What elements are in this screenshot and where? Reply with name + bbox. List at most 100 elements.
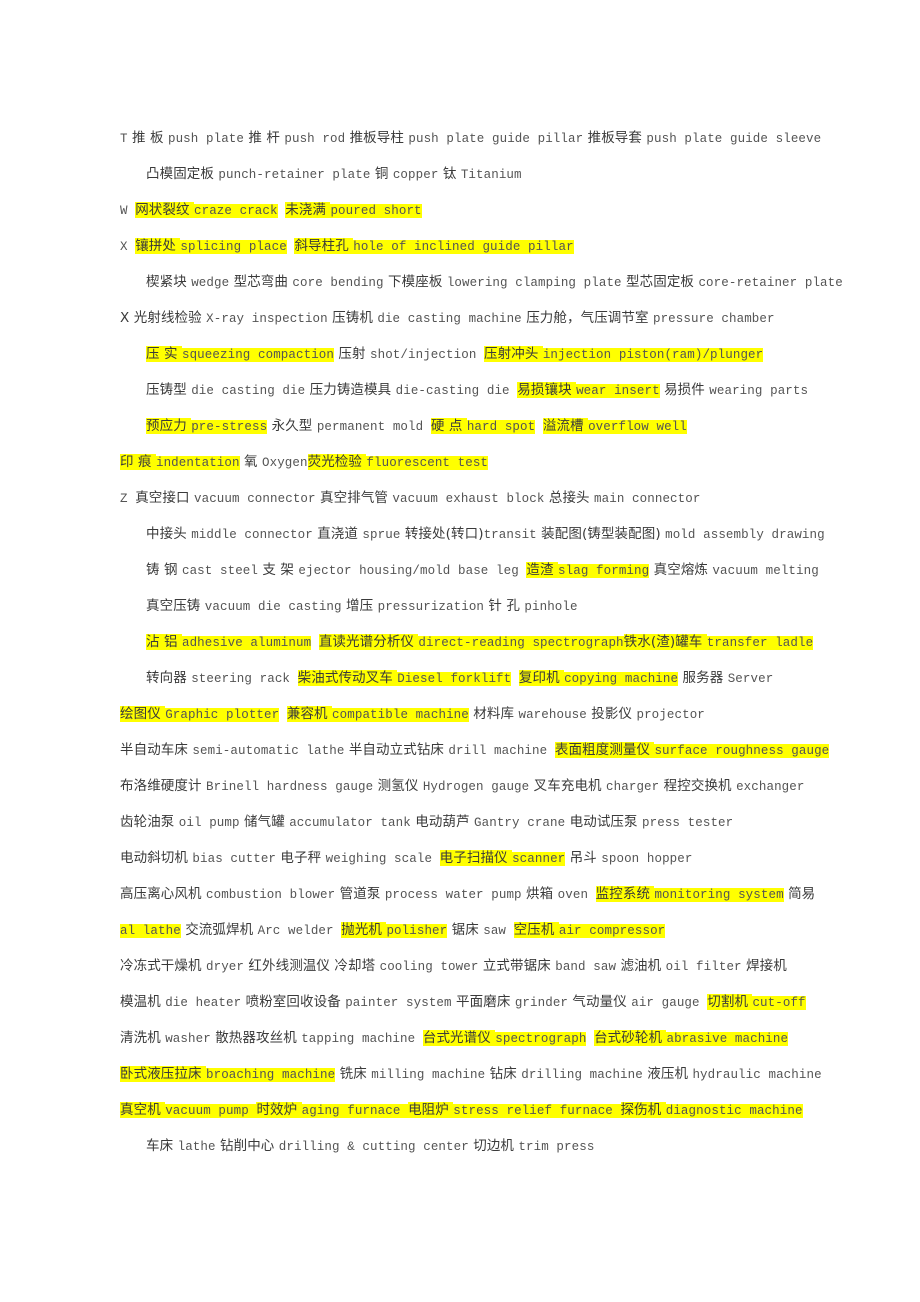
highlighted-term: splicing place [180, 240, 287, 254]
glossary-term: 型芯弯曲 [229, 274, 293, 290]
glossary-term: vacuum melting [712, 564, 819, 578]
highlighted-term: poured short [330, 204, 422, 218]
glossary-term: 易损件 [659, 382, 710, 398]
glossary-term: 转接处(转口) [400, 526, 484, 542]
glossary-line: W 网状裂纹 craze crack 未浇满 poured short [120, 192, 920, 228]
glossary-term: 冷冻式干燥机 [120, 958, 206, 974]
glossary-term: 交流弧焊机 [180, 922, 258, 938]
glossary-term: 滤油机 [616, 958, 666, 974]
glossary-term: painter system [345, 996, 452, 1010]
glossary-term: 材料库 [468, 706, 519, 722]
glossary-term: 焊接机 [741, 958, 787, 974]
highlighted-term [400, 1104, 409, 1118]
highlighted-term: 时效炉 [256, 1102, 302, 1118]
highlighted-term: air compressor [558, 924, 666, 938]
highlighted-term: fluorescent test [366, 456, 489, 470]
glossary-term: die casting machine [377, 312, 522, 326]
highlighted-term: cut-off [752, 996, 806, 1010]
highlighted-term: 易损镶块 [517, 382, 577, 398]
glossary-line: 压铸型 die casting die 压力铸造模具 die-casting d… [120, 372, 920, 408]
glossary-term: 凸模固定板 [146, 166, 219, 182]
glossary-term: middle connector [191, 528, 313, 542]
glossary-term: 车床 [146, 1138, 178, 1154]
glossary-term: wedge [191, 276, 230, 290]
glossary-term: 楔紧块 [146, 274, 192, 290]
glossary-term: copper [392, 168, 439, 182]
glossary-text-body: T 推 板 push plate 推 杆 push rod 推板导柱 push … [120, 120, 920, 1164]
glossary-term: vacuum die casting [204, 600, 342, 614]
glossary-line: 半自动车床 semi-automatic lathe 半自动立式钻床 drill… [120, 732, 920, 768]
highlighted-term: 压 实 [146, 346, 182, 362]
glossary-line: Z 真空接口 vacuum connector 真空排气管 vacuum exh… [120, 480, 920, 516]
glossary-term: T [120, 132, 128, 146]
highlighted-term: indentation [155, 456, 240, 470]
highlighted-term: spectrograph [495, 1032, 587, 1046]
highlighted-term: pre-stress [191, 420, 268, 434]
glossary-term: vacuum connector [194, 492, 316, 506]
highlighted-term: Diesel forklift [397, 672, 512, 686]
glossary-term: 叉车充电机 [529, 778, 607, 794]
glossary-term: 半自动车床 [120, 742, 193, 758]
glossary-line: al lathe 交流弧焊机 Arc welder 抛光机 polisher 锯… [120, 912, 920, 948]
glossary-term [588, 888, 596, 902]
glossary-line: 布洛维硬度计 Brinell hardness gauge 测氢仪 Hydrog… [120, 768, 920, 804]
highlighted-term: 硬 点 [430, 418, 467, 434]
glossary-term: accumulator tank [289, 816, 411, 830]
highlighted-term: injection piston(ram)/plunger [542, 348, 764, 362]
glossary-term [476, 348, 484, 362]
glossary-term: 电动试压泵 [565, 814, 643, 830]
glossary-term: bias cutter [192, 852, 277, 866]
glossary-term: milling machine [371, 1068, 486, 1082]
glossary-line: 预应力 pre-stress 永久型 permanent mold 硬 点 ha… [120, 408, 920, 444]
glossary-term: weighing scale [325, 852, 433, 866]
glossary-line: 压 实 squeezing compaction 压射 shot/injecti… [120, 336, 920, 372]
glossary-term: Server [727, 672, 774, 686]
highlighted-term: 电子扫描仪 [439, 850, 513, 866]
glossary-term: 真空排气管 [315, 490, 393, 506]
glossary-term: push plate [167, 132, 244, 146]
glossary-line: 印 痕 indentation 氧 Oxygen荧光检验 fluorescent… [120, 444, 920, 480]
glossary-term [290, 672, 298, 686]
glossary-term: Brinell hardness gauge [206, 780, 374, 794]
glossary-line: T 推 板 push plate 推 杆 push rod 推板导柱 push … [120, 120, 920, 156]
highlighted-term: adhesive aluminum [181, 636, 312, 650]
glossary-term: oven [557, 888, 589, 902]
glossary-term: 钻削中心 [215, 1138, 279, 1154]
highlighted-term: 探伤机 [620, 1102, 666, 1118]
highlighted-term: transfer ladle [706, 636, 814, 650]
glossary-term: 氧 [239, 454, 262, 470]
glossary-term: 程控交换机 [659, 778, 737, 794]
glossary-line: 真空机 vacuum pump 时效炉 aging furnace 电阻炉 st… [120, 1092, 920, 1128]
glossary-line: 中接头 middle connector 直浇道 sprue 转接处(转口)tr… [120, 516, 920, 552]
highlighted-term: 复印机 [518, 670, 565, 686]
glossary-term: 装配图(铸型装配图) [536, 526, 666, 542]
glossary-line: 模温机 die heater 喷粉室回收设备 painter system 平面… [120, 984, 920, 1020]
highlighted-term: diagnostic machine [665, 1104, 803, 1118]
glossary-term: 支 架 [258, 562, 299, 578]
highlighted-term: 柴油式传动叉车 [297, 670, 398, 686]
glossary-term: cooling tower [379, 960, 479, 974]
glossary-term: 冷却塔 [334, 958, 380, 974]
highlighted-term: al lathe [120, 924, 181, 938]
highlighted-term: 真空机 [120, 1102, 166, 1118]
glossary-term: 型芯固定板 [621, 274, 699, 290]
glossary-term: 铣床 [335, 1066, 372, 1082]
glossary-term: 简易 [783, 886, 816, 902]
glossary-term: punch-retainer plate [218, 168, 371, 182]
glossary-term: 推板导柱 [345, 130, 409, 146]
glossary-term: 模温机 [120, 994, 166, 1010]
glossary-term: transit [483, 528, 537, 542]
highlighted-term: broaching machine [206, 1068, 336, 1082]
glossary-term: dryer [206, 960, 245, 974]
highlighted-term: direct-reading spectrograph [418, 636, 624, 650]
glossary-term: W [120, 204, 136, 218]
highlighted-term: craze crack [194, 204, 278, 218]
glossary-term: 针 孔 [484, 598, 525, 614]
glossary-term: 真空熔炼 [649, 562, 713, 578]
glossary-term: 钛 [438, 166, 461, 182]
glossary-term: wearing parts [709, 384, 809, 398]
glossary-term: 半自动立式钻床 [344, 742, 449, 758]
highlighted-term: 台式砂轮机 [594, 1030, 667, 1046]
glossary-term: pressurization [377, 600, 485, 614]
highlighted-term: 斜导柱孔 [294, 238, 354, 254]
